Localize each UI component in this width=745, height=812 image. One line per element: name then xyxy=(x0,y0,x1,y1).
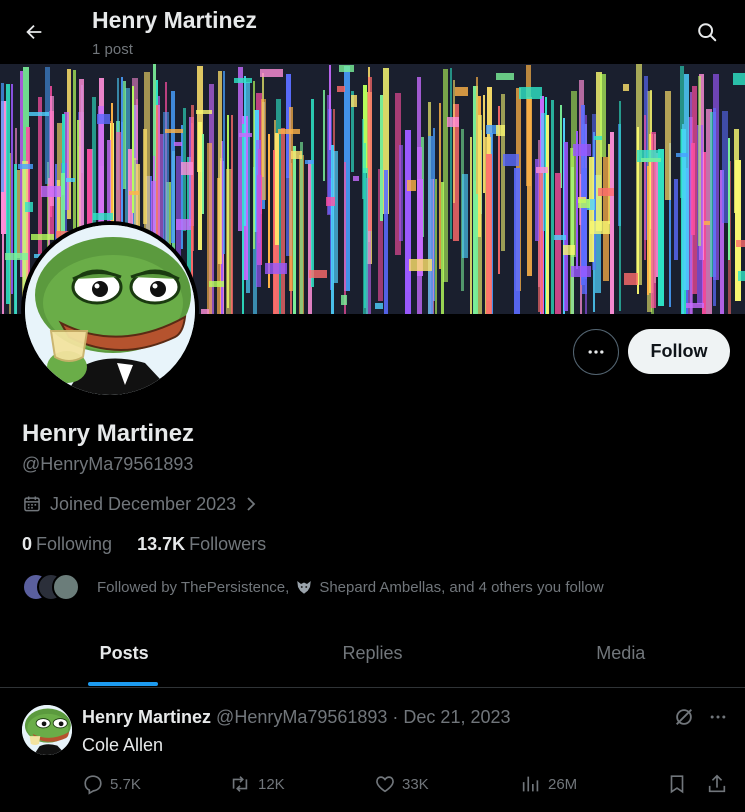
share-icon xyxy=(708,774,726,793)
follower-avatar xyxy=(52,573,80,601)
views-button[interactable]: 26M xyxy=(520,773,577,795)
tab-media[interactable]: Media xyxy=(497,620,745,687)
chevron-right-icon xyxy=(244,495,258,513)
reply-button[interactable]: 5.7K xyxy=(82,773,141,795)
arrow-left-icon xyxy=(26,24,42,40)
followed-by-row[interactable]: Followed by ThePersistence, Shepard Ambe… xyxy=(22,572,604,602)
search-icon xyxy=(698,23,717,42)
following-label: Following xyxy=(36,534,113,554)
post-item[interactable]: Henry Martinez @HenryMa79561893 · Dec 21… xyxy=(0,689,745,812)
profile-avatar[interactable] xyxy=(21,221,199,399)
views-chart-icon xyxy=(522,776,539,792)
reply-count: 5.7K xyxy=(110,775,141,793)
share-button[interactable] xyxy=(706,773,734,795)
follower-avatars xyxy=(22,573,82,601)
frog-avatar-image xyxy=(22,705,72,755)
post-author-name[interactable]: Henry Martinez xyxy=(82,707,211,728)
profile-display-name: Henry Martinez xyxy=(22,420,195,447)
follow-button[interactable]: Follow xyxy=(628,329,730,374)
bookmark-button[interactable] xyxy=(666,773,694,795)
like-button[interactable]: 33K xyxy=(374,773,429,795)
post-text: Cole Allen xyxy=(82,735,164,755)
follow-stats: 0 Following 13.7K Followers xyxy=(22,534,266,555)
active-tab-indicator xyxy=(88,682,158,686)
post-meta[interactable]: @HenryMa79561893 · Dec 21, 2023 xyxy=(216,707,510,728)
more-options-button[interactable] xyxy=(573,329,619,375)
search-button[interactable] xyxy=(687,12,727,52)
joined-text: Joined December 2023 xyxy=(50,493,237,514)
repost-count: 12K xyxy=(258,775,285,793)
more-dots-icon xyxy=(710,715,726,719)
profile-handle: @HenryMa79561893 xyxy=(22,454,194,474)
more-dots-icon xyxy=(588,350,604,354)
back-button[interactable] xyxy=(14,12,54,52)
view-count: 26M xyxy=(548,775,578,793)
followers-label: Followers xyxy=(189,534,267,554)
heart-icon xyxy=(376,776,394,793)
tab-posts[interactable]: Posts xyxy=(0,620,248,687)
header-post-count: 1 post xyxy=(92,41,133,58)
grok-button[interactable] xyxy=(672,705,696,729)
profile-tabs: Posts Replies Media xyxy=(0,620,745,688)
post-more-button[interactable] xyxy=(706,705,730,729)
header-title: Henry Martinez xyxy=(92,7,257,33)
post-header: Henry Martinez @HenryMa79561893 · Dec 21… xyxy=(82,707,511,728)
followers-count: 13.7K xyxy=(137,534,186,554)
following-link[interactable]: 0 Following xyxy=(22,534,112,555)
repost-icon xyxy=(232,776,248,792)
reply-icon xyxy=(84,775,102,795)
calendar-icon xyxy=(22,494,42,514)
post-actions: 5.7K 12K 33K 26M xyxy=(82,773,732,799)
followers-link[interactable]: 13.7K Followers xyxy=(137,534,266,555)
frog-avatar-image xyxy=(25,225,195,395)
top-bar: Henry Martinez 1 post xyxy=(0,0,745,64)
repost-button[interactable]: 12K xyxy=(228,773,285,795)
followed-by-text: Followed by ThePersistence, xyxy=(97,578,290,596)
post-author-avatar[interactable] xyxy=(22,705,72,755)
bookmark-icon xyxy=(670,775,684,794)
followed-by-others-text: Shepard Ambellas, and 4 others you follo… xyxy=(319,578,604,596)
tab-replies[interactable]: Replies xyxy=(248,620,496,687)
joined-date[interactable]: Joined December 2023 xyxy=(22,492,258,516)
grok-icon xyxy=(676,709,692,725)
like-count: 33K xyxy=(402,775,429,793)
following-count: 0 xyxy=(22,534,33,554)
wolf-icon xyxy=(295,578,313,596)
